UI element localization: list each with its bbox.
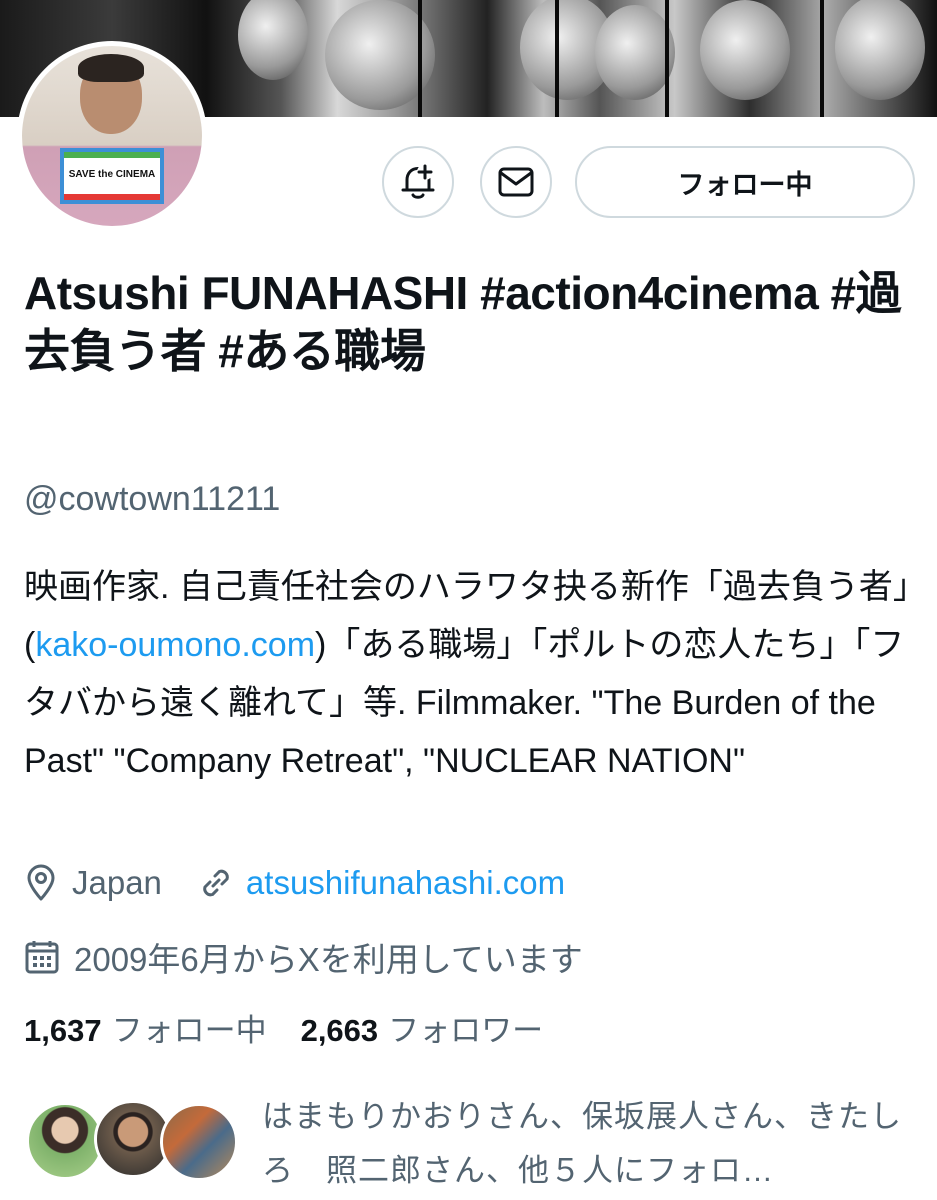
joined-text: 2009年6月からXを利用しています [74, 941, 583, 978]
following-label: フォロー中 [111, 1013, 267, 1048]
envelope-icon [498, 167, 534, 197]
message-button[interactable] [480, 146, 552, 218]
avatar-sign-text: SAVE the CINEMA [68, 169, 156, 180]
link-icon [203, 869, 229, 897]
following-count: 1,637 [24, 1013, 102, 1048]
profile-bio: 映画作家. 自己責任社会のハラワタ抉る新作「過去負う者」(kako-oumono… [24, 558, 919, 790]
following-button[interactable]: フォロー中 [575, 146, 915, 218]
avatar-sign: SAVE the CINEMA [60, 148, 164, 204]
following-stat[interactable]: 1,637 フォロー中 [24, 1005, 267, 1050]
avatar-photo: SAVE the CINEMA [22, 46, 202, 226]
follow-stats: 1,637 フォロー中 2,663 フォロワー [24, 1005, 543, 1050]
website-link[interactable]: atsushifunahashi.com [246, 864, 565, 902]
bell-plus-icon [401, 164, 435, 199]
location-text: Japan [72, 864, 162, 901]
followers-count: 2,663 [300, 1013, 379, 1048]
notify-button[interactable] [382, 146, 454, 218]
followed-by-text[interactable]: はまもりかおりさん、保坂展人さん、きたしろ 照二郎さん、他５人にフォロ… [262, 1090, 922, 1198]
location-pin-icon [27, 864, 55, 901]
follower-avatar-1 [26, 1102, 104, 1180]
joined-row: 2009年6月からXを利用しています [24, 933, 583, 981]
profile-meta-row: Japan atsushifunahashi.com [24, 863, 565, 903]
follower-avatar-3 [160, 1103, 238, 1181]
followers-stat[interactable]: 2,663 フォロワー [301, 1005, 544, 1050]
calendar-icon [25, 941, 59, 974]
profile-avatar[interactable]: SAVE the CINEMA [17, 41, 207, 231]
bio-link[interactable]: kako-oumono.com [35, 626, 315, 664]
user-handle: @cowtown11211 [24, 480, 281, 518]
followers-label: フォロワー [388, 1013, 544, 1048]
display-name: Atsushi FUNAHASHI #action4cinema #過去負う者 … [24, 267, 902, 377]
